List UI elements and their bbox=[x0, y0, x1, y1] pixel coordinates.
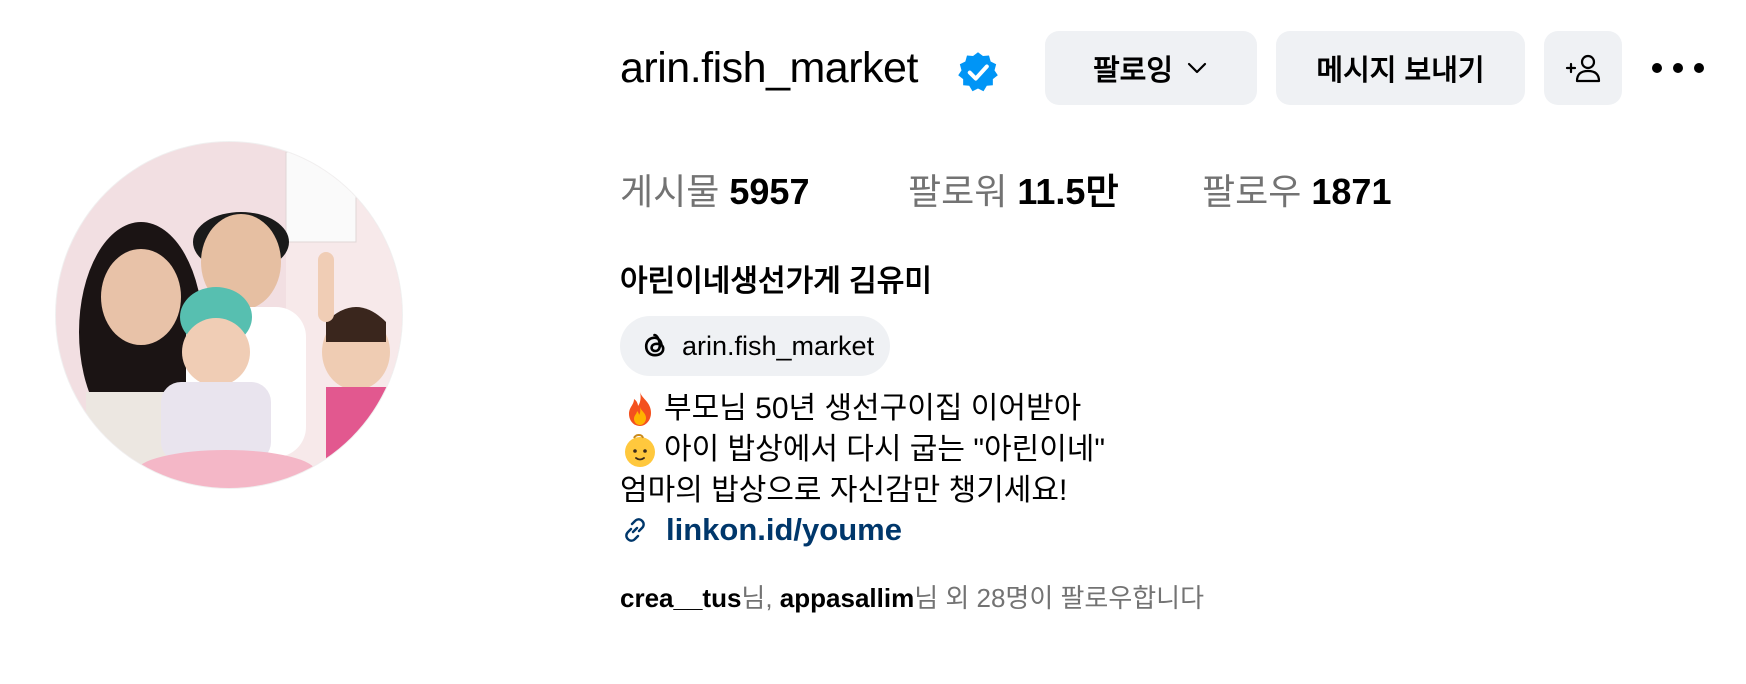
profile-full-name: 아린이네생선가게 김유미 bbox=[620, 265, 932, 298]
more-dot bbox=[1652, 63, 1662, 73]
posts-count: 5957 bbox=[729, 171, 810, 212]
threads-link-button[interactable]: arin.fish_market bbox=[620, 316, 891, 376]
bio-line-2: 아이 밥상에서 다시 굽는 "아린이네" bbox=[620, 429, 1105, 470]
posts-label: 게시물 bbox=[620, 171, 720, 212]
followers-stat[interactable]: 팔로워 11.5만 bbox=[908, 168, 1119, 216]
following-count: 1871 bbox=[1311, 171, 1392, 212]
bio-link-text[interactable]: linkon.id/youme bbox=[666, 512, 902, 548]
more-dot bbox=[1694, 63, 1704, 73]
following-label: 팔로우 bbox=[1202, 171, 1302, 212]
following-stat[interactable]: 팔로우 1871 bbox=[1202, 168, 1391, 216]
followers-count: 11.5만 bbox=[1017, 171, 1119, 212]
baby-icon bbox=[620, 430, 660, 470]
mutual-followers[interactable]: crea__tus님, appasallim님 외 28명이 팔로우합니다 bbox=[620, 580, 1204, 616]
add-person-icon bbox=[1565, 54, 1601, 83]
following-button[interactable]: 팔로잉 bbox=[1045, 31, 1257, 105]
profile-stats: 게시물 5957 팔로워 11.5만 팔로우 1871 bbox=[620, 168, 1520, 216]
mutual-follower-1: crea__tus bbox=[620, 583, 742, 613]
bio-link[interactable]: linkon.id/youme bbox=[620, 509, 902, 551]
posts-stat: 게시물 5957 bbox=[620, 168, 809, 216]
bio-text: 부모님 50년 생선구이집 이어받아 아이 밥상에서 다시 굽는 "아린이네" … bbox=[620, 388, 1105, 511]
bio-line-3-text: 엄마의 밥상으로 자신감만 챙기세요! bbox=[620, 474, 1068, 507]
following-button-label: 팔로잉 bbox=[1092, 55, 1174, 87]
more-options-icon[interactable] bbox=[1652, 50, 1704, 86]
message-button[interactable]: 메시지 보내기 bbox=[1276, 31, 1525, 105]
bio-line-1: 부모님 50년 생선구이집 이어받아 bbox=[620, 388, 1105, 429]
message-button-label: 메시지 보내기 bbox=[1316, 55, 1485, 87]
bio-line-3: 엄마의 밥상으로 자신감만 챙기세요! bbox=[620, 470, 1105, 511]
threads-handle: arin.fish_market bbox=[682, 330, 875, 361]
bio-line-2-text: 아이 밥상에서 다시 굽는 "아린이네" bbox=[664, 433, 1106, 466]
avatar-image bbox=[56, 142, 402, 488]
more-dot bbox=[1673, 63, 1683, 73]
bio-line-1-text: 부모님 50년 생선구이집 이어받아 bbox=[664, 392, 1082, 425]
profile-username: arin.fish_market bbox=[620, 44, 918, 92]
chevron-down-icon bbox=[1187, 62, 1207, 74]
fire-icon bbox=[620, 389, 660, 429]
mutual-follower-2: appasallim bbox=[779, 583, 915, 613]
link-icon bbox=[625, 518, 645, 542]
mutual-suffix: 님 외 28명이 팔로우합니다 bbox=[914, 583, 1204, 613]
mutual-sep: 님, bbox=[741, 583, 780, 613]
followers-label: 팔로워 bbox=[908, 171, 1008, 212]
profile-avatar[interactable] bbox=[56, 142, 402, 488]
verified-badge-icon bbox=[958, 52, 998, 92]
suggest-users-button[interactable] bbox=[1544, 31, 1622, 105]
threads-icon bbox=[644, 333, 665, 357]
